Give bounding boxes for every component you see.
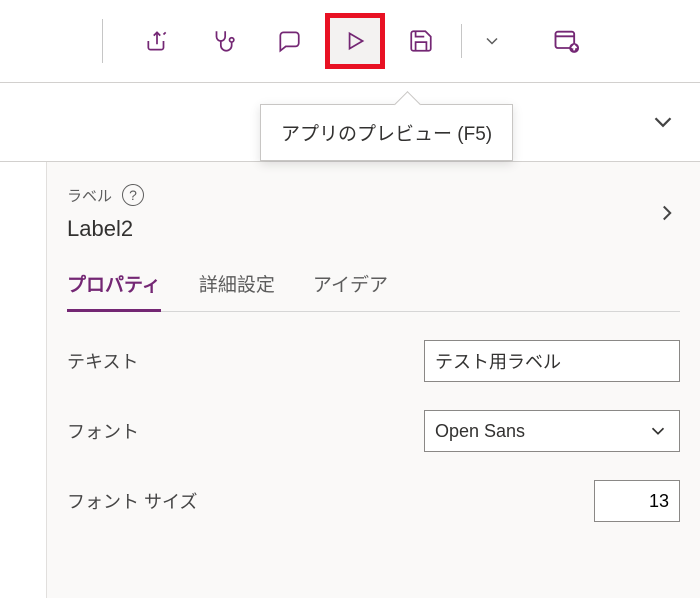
panel-header: ラベル ? Label2 [67,184,680,242]
share-button[interactable] [127,13,187,69]
properties-panel: ラベル ? Label2 プロパティ 詳細設定 アイデア テキスト フォント O… [46,162,700,598]
tab-advanced[interactable]: 詳細設定 [199,270,275,311]
prop-label-fontsize: フォント サイズ [67,488,197,514]
preview-tooltip: アプリのプレビュー (F5) [260,104,513,161]
stethoscope-icon [210,28,236,54]
prop-label-text: テキスト [67,348,138,374]
preview-button[interactable] [325,13,385,69]
toolbar-separator [102,19,103,63]
panel-expand-button[interactable] [654,200,680,226]
control-type-label: ラベル [67,185,112,206]
tooltip-text: アプリのプレビュー (F5) [281,124,492,145]
formula-expand-button[interactable] [648,107,678,137]
save-icon [408,28,434,54]
app-checker-button[interactable] [193,13,253,69]
chevron-down-icon [647,420,669,442]
prop-row-text: テキスト [67,340,680,382]
top-toolbar [0,0,700,82]
control-name: Label2 [67,216,144,242]
save-dropdown-button[interactable] [472,31,512,51]
toolbar-separator [461,24,462,58]
comments-button[interactable] [259,13,319,69]
font-select[interactable]: Open Sans [424,410,680,452]
help-icon[interactable]: ? [122,184,144,206]
share-icon [144,28,170,54]
text-input[interactable] [424,340,680,382]
comment-icon [276,28,302,54]
publish-icon [552,27,580,55]
prop-row-fontsize: フォント サイズ [67,480,680,522]
chevron-down-icon [482,31,502,51]
publish-button[interactable] [536,13,596,69]
save-button[interactable] [391,13,451,69]
font-select-value: Open Sans [435,421,525,442]
panel-tabs: プロパティ 詳細設定 アイデア [67,270,680,312]
prop-label-font: フォント [67,418,139,444]
tab-properties[interactable]: プロパティ [67,270,161,312]
prop-row-font: フォント Open Sans [67,410,680,452]
play-icon [342,28,368,54]
tab-ideas[interactable]: アイデア [313,270,388,311]
fontsize-input[interactable] [594,480,680,522]
